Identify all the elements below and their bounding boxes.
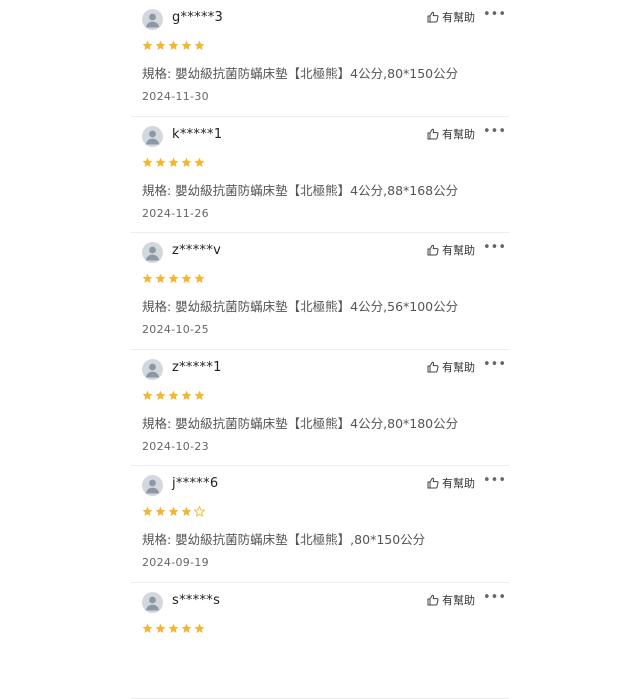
reviewer-name: k*****1 bbox=[172, 127, 222, 142]
helpful-button[interactable]: 有幫助 bbox=[427, 359, 475, 375]
star-filled-icon bbox=[142, 273, 153, 284]
thumbs-up-icon bbox=[427, 128, 439, 140]
review-item: s*****s 有幫助 ••• bbox=[131, 583, 509, 699]
star-filled-icon bbox=[194, 40, 205, 51]
spec-text: 規格: 嬰幼級抗菌防蟎床墊【北極熊】4公分,56*100公分 bbox=[142, 296, 458, 315]
helpful-label: 有幫助 bbox=[442, 242, 475, 258]
helpful-button[interactable]: 有幫助 bbox=[427, 9, 475, 25]
star-filled-icon bbox=[155, 390, 166, 401]
star-filled-icon bbox=[181, 506, 192, 517]
user-avatar-icon bbox=[142, 9, 163, 30]
reviewer-name: g*****3 bbox=[172, 10, 223, 25]
star-rating bbox=[142, 273, 205, 284]
review-date: 2024-09-19 bbox=[142, 556, 209, 569]
review-date: 2024-11-30 bbox=[142, 90, 209, 103]
star-filled-icon bbox=[168, 157, 179, 168]
review-list: g*****3 有幫助 ••• 規格: 嬰幼級抗菌防蟎床墊【北極熊】4公分,80… bbox=[131, 0, 509, 699]
more-options-button[interactable]: ••• bbox=[483, 473, 506, 488]
star-filled-icon bbox=[194, 623, 205, 634]
review-item: k*****1 有幫助 ••• 規格: 嬰幼級抗菌防蟎床墊【北極熊】4公分,88… bbox=[131, 117, 509, 234]
star-filled-icon bbox=[155, 506, 166, 517]
more-options-button[interactable]: ••• bbox=[483, 590, 506, 605]
user-avatar-icon bbox=[142, 592, 163, 613]
spec-text: 規格: 嬰幼級抗菌防蟎床墊【北極熊】4公分,80*180公分 bbox=[142, 413, 458, 432]
reviewer-name: s*****s bbox=[172, 593, 220, 608]
star-filled-icon bbox=[155, 157, 166, 168]
review-date: 2024-10-23 bbox=[142, 440, 209, 453]
star-empty-icon bbox=[194, 506, 205, 517]
avatar bbox=[142, 475, 163, 496]
helpful-label: 有幫助 bbox=[442, 359, 475, 375]
helpful-label: 有幫助 bbox=[442, 9, 475, 25]
star-filled-icon bbox=[142, 506, 153, 517]
star-rating bbox=[142, 506, 205, 517]
star-rating bbox=[142, 623, 205, 634]
star-filled-icon bbox=[155, 40, 166, 51]
thumbs-up-icon bbox=[427, 244, 439, 256]
review-item: j*****6 有幫助 ••• 規格: 嬰幼級抗菌防蟎床墊【北極熊】,80*15… bbox=[131, 466, 509, 583]
helpful-button[interactable]: 有幫助 bbox=[427, 475, 475, 491]
thumbs-up-icon bbox=[427, 594, 439, 606]
star-filled-icon bbox=[155, 273, 166, 284]
star-filled-icon bbox=[142, 390, 153, 401]
star-rating bbox=[142, 157, 205, 168]
star-filled-icon bbox=[168, 506, 179, 517]
star-filled-icon bbox=[181, 157, 192, 168]
star-rating bbox=[142, 40, 205, 51]
star-filled-icon bbox=[194, 157, 205, 168]
star-filled-icon bbox=[194, 273, 205, 284]
review-item: g*****3 有幫助 ••• 規格: 嬰幼級抗菌防蟎床墊【北極熊】4公分,80… bbox=[131, 0, 509, 117]
user-avatar-icon bbox=[142, 359, 163, 380]
star-filled-icon bbox=[168, 273, 179, 284]
more-options-button[interactable]: ••• bbox=[483, 357, 506, 372]
reviewer-name: z*****1 bbox=[172, 360, 222, 375]
helpful-label: 有幫助 bbox=[442, 475, 475, 491]
review-date: 2024-10-25 bbox=[142, 323, 209, 336]
review-item: z*****1 有幫助 ••• 規格: 嬰幼級抗菌防蟎床墊【北極熊】4公分,80… bbox=[131, 350, 509, 467]
avatar bbox=[142, 592, 163, 613]
thumbs-up-icon bbox=[427, 477, 439, 489]
thumbs-up-icon bbox=[427, 11, 439, 23]
more-options-button[interactable]: ••• bbox=[483, 7, 506, 22]
spec-text: 規格: 嬰幼級抗菌防蟎床墊【北極熊】,80*150公分 bbox=[142, 529, 425, 548]
helpful-label: 有幫助 bbox=[442, 592, 475, 608]
star-filled-icon bbox=[194, 390, 205, 401]
helpful-button[interactable]: 有幫助 bbox=[427, 126, 475, 142]
helpful-button[interactable]: 有幫助 bbox=[427, 242, 475, 258]
helpful-button[interactable]: 有幫助 bbox=[427, 592, 475, 608]
spec-text: 規格: 嬰幼級抗菌防蟎床墊【北極熊】4公分,80*150公分 bbox=[142, 63, 458, 82]
star-filled-icon bbox=[181, 40, 192, 51]
user-avatar-icon bbox=[142, 475, 163, 496]
star-filled-icon bbox=[181, 623, 192, 634]
avatar bbox=[142, 359, 163, 380]
star-rating bbox=[142, 390, 205, 401]
star-filled-icon bbox=[142, 40, 153, 51]
avatar bbox=[142, 242, 163, 263]
star-filled-icon bbox=[155, 623, 166, 634]
avatar bbox=[142, 126, 163, 147]
star-filled-icon bbox=[181, 390, 192, 401]
spec-text: 規格: 嬰幼級抗菌防蟎床墊【北極熊】4公分,88*168公分 bbox=[142, 180, 458, 199]
star-filled-icon bbox=[181, 273, 192, 284]
reviewer-name: j*****6 bbox=[172, 476, 218, 491]
star-filled-icon bbox=[168, 390, 179, 401]
reviewer-name: z*****v bbox=[172, 243, 221, 258]
star-filled-icon bbox=[168, 623, 179, 634]
user-avatar-icon bbox=[142, 126, 163, 147]
helpful-label: 有幫助 bbox=[442, 126, 475, 142]
more-options-button[interactable]: ••• bbox=[483, 124, 506, 139]
star-filled-icon bbox=[142, 157, 153, 168]
star-filled-icon bbox=[142, 623, 153, 634]
review-date: 2024-11-26 bbox=[142, 207, 209, 220]
review-item: z*****v 有幫助 ••• 規格: 嬰幼級抗菌防蟎床墊【北極熊】4公分,56… bbox=[131, 233, 509, 350]
star-filled-icon bbox=[168, 40, 179, 51]
avatar bbox=[142, 9, 163, 30]
user-avatar-icon bbox=[142, 242, 163, 263]
thumbs-up-icon bbox=[427, 361, 439, 373]
more-options-button[interactable]: ••• bbox=[483, 240, 506, 255]
